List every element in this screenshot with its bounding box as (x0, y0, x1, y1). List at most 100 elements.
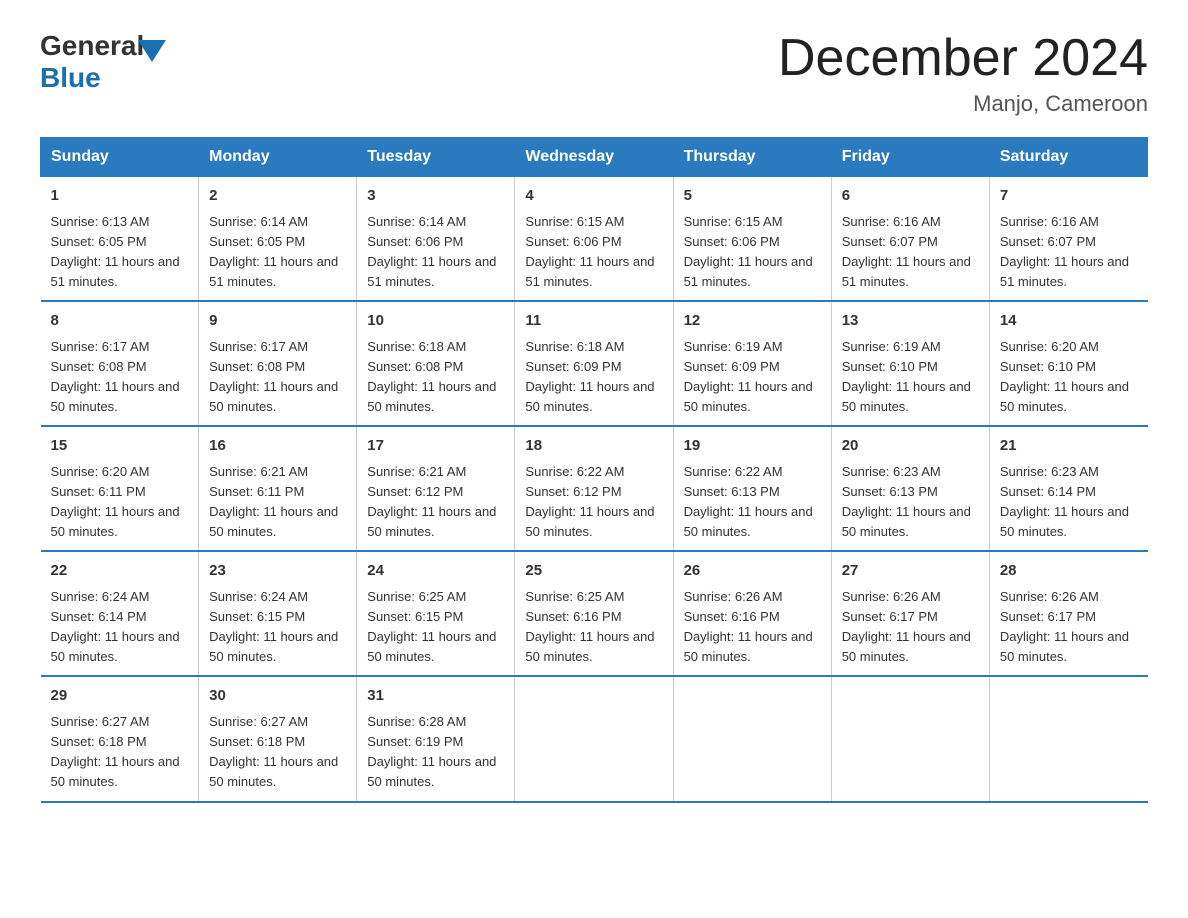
header-tuesday: Tuesday (357, 138, 515, 177)
day-number: 23 (209, 560, 346, 583)
day-number: 31 (367, 685, 504, 708)
day-cell: 25Sunrise: 6:25 AMSunset: 6:16 PMDayligh… (515, 551, 673, 676)
day-info: Sunrise: 6:20 AMSunset: 6:11 PMDaylight:… (51, 464, 180, 539)
day-number: 2 (209, 185, 346, 208)
day-number: 6 (842, 185, 979, 208)
day-number: 5 (684, 185, 821, 208)
calendar-body: 1 Sunrise: 6:13 AMSunset: 6:05 PMDaylight… (41, 177, 1148, 802)
header-thursday: Thursday (673, 138, 831, 177)
day-cell: 13 Sunrise: 6:19 AMSunset: 6:10 PMDayligh… (831, 301, 989, 426)
day-number: 20 (842, 435, 979, 458)
day-number: 26 (684, 560, 821, 583)
day-info: Sunrise: 6:21 AMSunset: 6:11 PMDaylight:… (209, 464, 338, 539)
logo-general-text: General (40, 30, 144, 62)
day-info: Sunrise: 6:22 AMSunset: 6:13 PMDaylight:… (684, 464, 813, 539)
day-info: Sunrise: 6:14 AMSunset: 6:05 PMDaylight:… (209, 214, 338, 289)
day-cell (989, 676, 1147, 801)
day-number: 22 (51, 560, 189, 583)
logo: General Blue (40, 30, 166, 94)
day-cell: 14Sunrise: 6:20 AMSunset: 6:10 PMDayligh… (989, 301, 1147, 426)
day-cell: 12Sunrise: 6:19 AMSunset: 6:09 PMDayligh… (673, 301, 831, 426)
day-number: 19 (684, 435, 821, 458)
week-row-2: 8 Sunrise: 6:17 AMSunset: 6:08 PMDaylight… (41, 301, 1148, 426)
day-info: Sunrise: 6:26 AMSunset: 6:17 PMDaylight:… (1000, 589, 1129, 664)
day-cell: 22 Sunrise: 6:24 AMSunset: 6:14 PMDayligh… (41, 551, 199, 676)
day-info: Sunrise: 6:18 AMSunset: 6:09 PMDaylight:… (525, 339, 654, 414)
day-number: 21 (1000, 435, 1138, 458)
day-number: 1 (51, 185, 189, 208)
day-cell: 8Sunrise: 6:17 AMSunset: 6:08 PMDaylight… (41, 301, 199, 426)
day-number: 25 (525, 560, 662, 583)
day-number: 7 (1000, 185, 1138, 208)
header-saturday: Saturday (989, 138, 1147, 177)
day-info: Sunrise: 6:14 AMSunset: 6:06 PMDaylight:… (367, 214, 496, 289)
day-info: Sunrise: 6:23 AMSunset: 6:14 PMDaylight:… (1000, 464, 1129, 539)
day-number: 4 (525, 185, 662, 208)
day-cell: 17 Sunrise: 6:21 AMSunset: 6:12 PMDayligh… (357, 426, 515, 551)
day-info: Sunrise: 6:24 AMSunset: 6:15 PMDaylight:… (209, 589, 338, 664)
header-row: SundayMondayTuesdayWednesdayThursdayFrid… (41, 138, 1148, 177)
logo-blue-text: Blue (40, 62, 166, 94)
day-number: 9 (209, 310, 346, 333)
day-cell: 21 Sunrise: 6:23 AMSunset: 6:14 PMDayligh… (989, 426, 1147, 551)
day-cell: 19 Sunrise: 6:22 AMSunset: 6:13 PMDayligh… (673, 426, 831, 551)
day-number: 13 (842, 310, 979, 333)
header-monday: Monday (199, 138, 357, 177)
day-cell: 27 Sunrise: 6:26 AMSunset: 6:17 PMDayligh… (831, 551, 989, 676)
day-info: Sunrise: 6:19 AMSunset: 6:09 PMDaylight:… (684, 339, 813, 414)
week-row-1: 1 Sunrise: 6:13 AMSunset: 6:05 PMDaylight… (41, 177, 1148, 302)
day-info: Sunrise: 6:21 AMSunset: 6:12 PMDaylight:… (367, 464, 496, 539)
day-cell: 4 Sunrise: 6:15 AMSunset: 6:06 PMDaylight… (515, 177, 673, 302)
day-cell: 10Sunrise: 6:18 AMSunset: 6:08 PMDayligh… (357, 301, 515, 426)
day-info: Sunrise: 6:24 AMSunset: 6:14 PMDaylight:… (51, 589, 180, 664)
day-cell (831, 676, 989, 801)
day-cell: 6 Sunrise: 6:16 AMSunset: 6:07 PMDaylight… (831, 177, 989, 302)
week-row-4: 22 Sunrise: 6:24 AMSunset: 6:14 PMDayligh… (41, 551, 1148, 676)
day-cell: 29 Sunrise: 6:27 AMSunset: 6:18 PMDayligh… (41, 676, 199, 801)
day-cell: 15Sunrise: 6:20 AMSunset: 6:11 PMDayligh… (41, 426, 199, 551)
day-cell: 26Sunrise: 6:26 AMSunset: 6:16 PMDayligh… (673, 551, 831, 676)
calendar-table: SundayMondayTuesdayWednesdayThursdayFrid… (40, 137, 1148, 802)
day-number: 10 (367, 310, 504, 333)
day-info: Sunrise: 6:23 AMSunset: 6:13 PMDaylight:… (842, 464, 971, 539)
title-area: December 2024 Manjo, Cameroon (778, 30, 1148, 117)
day-info: Sunrise: 6:19 AMSunset: 6:10 PMDaylight:… (842, 339, 971, 414)
day-info: Sunrise: 6:13 AMSunset: 6:05 PMDaylight:… (51, 214, 180, 289)
day-number: 17 (367, 435, 504, 458)
day-info: Sunrise: 6:27 AMSunset: 6:18 PMDaylight:… (51, 714, 180, 789)
day-number: 11 (525, 310, 662, 333)
day-info: Sunrise: 6:25 AMSunset: 6:15 PMDaylight:… (367, 589, 496, 664)
day-info: Sunrise: 6:17 AMSunset: 6:08 PMDaylight:… (209, 339, 338, 414)
day-number: 3 (367, 185, 504, 208)
day-cell: 18Sunrise: 6:22 AMSunset: 6:12 PMDayligh… (515, 426, 673, 551)
calendar-header: SundayMondayTuesdayWednesdayThursdayFrid… (41, 138, 1148, 177)
day-number: 18 (525, 435, 662, 458)
day-info: Sunrise: 6:26 AMSunset: 6:17 PMDaylight:… (842, 589, 971, 664)
day-number: 29 (51, 685, 189, 708)
day-info: Sunrise: 6:15 AMSunset: 6:06 PMDaylight:… (525, 214, 654, 289)
day-cell: 20 Sunrise: 6:23 AMSunset: 6:13 PMDayligh… (831, 426, 989, 551)
day-cell: 23 Sunrise: 6:24 AMSunset: 6:15 PMDayligh… (199, 551, 357, 676)
day-number: 24 (367, 560, 504, 583)
header: General Blue December 2024 Manjo, Camero… (40, 30, 1148, 117)
day-cell: 9 Sunrise: 6:17 AMSunset: 6:08 PMDaylight… (199, 301, 357, 426)
day-number: 27 (842, 560, 979, 583)
location-title: Manjo, Cameroon (778, 91, 1148, 117)
day-info: Sunrise: 6:15 AMSunset: 6:06 PMDaylight:… (684, 214, 813, 289)
day-cell (673, 676, 831, 801)
day-info: Sunrise: 6:16 AMSunset: 6:07 PMDaylight:… (842, 214, 971, 289)
day-number: 8 (51, 310, 189, 333)
header-friday: Friday (831, 138, 989, 177)
day-cell: 3 Sunrise: 6:14 AMSunset: 6:06 PMDaylight… (357, 177, 515, 302)
day-number: 14 (1000, 310, 1138, 333)
day-cell: 7Sunrise: 6:16 AMSunset: 6:07 PMDaylight… (989, 177, 1147, 302)
day-cell: 2 Sunrise: 6:14 AMSunset: 6:05 PMDaylight… (199, 177, 357, 302)
week-row-5: 29 Sunrise: 6:27 AMSunset: 6:18 PMDayligh… (41, 676, 1148, 801)
day-info: Sunrise: 6:28 AMSunset: 6:19 PMDaylight:… (367, 714, 496, 789)
header-sunday: Sunday (41, 138, 199, 177)
day-cell: 11 Sunrise: 6:18 AMSunset: 6:09 PMDayligh… (515, 301, 673, 426)
day-number: 16 (209, 435, 346, 458)
day-cell: 24 Sunrise: 6:25 AMSunset: 6:15 PMDayligh… (357, 551, 515, 676)
day-number: 30 (209, 685, 346, 708)
day-cell: 5 Sunrise: 6:15 AMSunset: 6:06 PMDaylight… (673, 177, 831, 302)
